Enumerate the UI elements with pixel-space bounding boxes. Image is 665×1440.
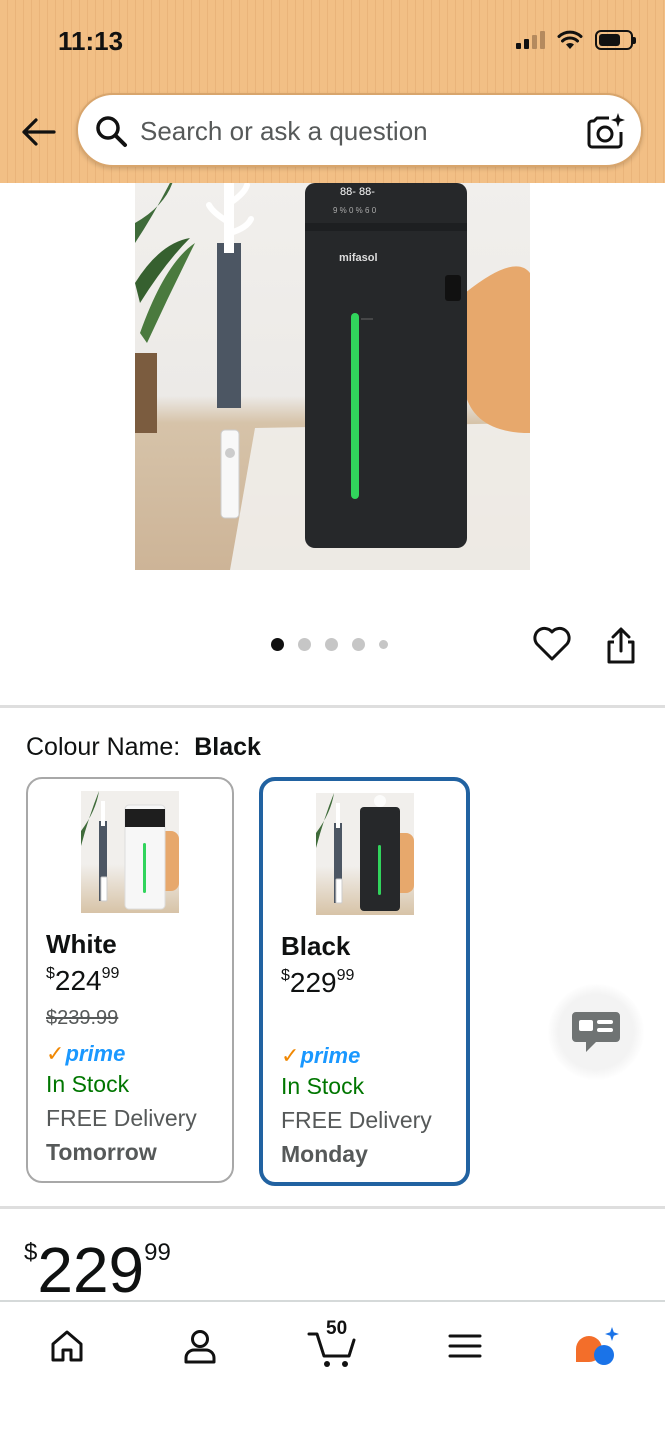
- arrow-left-icon: [22, 118, 56, 146]
- variant-price: $22499: [46, 965, 120, 996]
- search-bar[interactable]: [76, 93, 643, 167]
- colour-name-label: Colour Name: Black: [26, 733, 261, 762]
- bottom-nav: 50: [0, 1300, 665, 1440]
- search-input[interactable]: [140, 113, 580, 149]
- variant-thumbnail: [316, 793, 414, 915]
- delivery-day: Monday: [281, 1141, 368, 1167]
- variant-card-white[interactable]: White $22499 $239.99 ✓prime In Stock FRE…: [26, 777, 234, 1183]
- svg-text:9 % 0 % 6 0: 9 % 0 % 6 0: [333, 206, 377, 215]
- delivery-text: FREE Delivery: [281, 1107, 432, 1133]
- prime-badge: ✓prime: [281, 1043, 361, 1068]
- delivery-day: Tomorrow: [46, 1139, 157, 1165]
- variant-thumbnail: [81, 791, 179, 913]
- carousel-dot[interactable]: [379, 640, 388, 649]
- variant-name: White: [46, 929, 117, 959]
- wifi-icon: [557, 30, 583, 49]
- nav-account[interactable]: [170, 1324, 230, 1368]
- svg-text:88- 88-: 88- 88-: [340, 186, 375, 198]
- menu-icon: [448, 1334, 482, 1358]
- battery-icon: [595, 30, 636, 50]
- variant-price: $22999: [281, 967, 355, 998]
- nav-home[interactable]: [37, 1324, 97, 1368]
- carousel-dots: [271, 638, 388, 651]
- status-icons: [516, 30, 636, 50]
- prime-check-icon: ✓: [281, 1043, 300, 1068]
- prime-check-icon: ✓: [46, 1041, 65, 1066]
- person-icon: [184, 1330, 216, 1364]
- wishlist-button[interactable]: [532, 625, 572, 668]
- stock-status: In Stock: [281, 1073, 365, 1099]
- chat-button[interactable]: [548, 984, 644, 1080]
- product-image[interactable]: 88- 88- 9 % 0 % 6 0 mifasol: [135, 183, 530, 570]
- section-divider: [0, 1206, 665, 1209]
- heart-icon: [533, 626, 571, 661]
- product-price: $22999: [24, 1234, 171, 1306]
- cart-count: 50: [326, 1318, 348, 1339]
- humidifier-illustration: 88- 88- 9 % 0 % 6 0 mifasol: [135, 183, 530, 570]
- cellular-signal-icon: [516, 31, 545, 49]
- camera-search-icon[interactable]: [587, 112, 627, 150]
- carousel-dot[interactable]: [298, 638, 311, 651]
- variant-name: Black: [281, 931, 351, 961]
- share-icon: [607, 627, 635, 664]
- prime-badge: ✓prime: [46, 1041, 126, 1066]
- carousel-dot[interactable]: [271, 638, 284, 651]
- variant-old-price: $239.99: [46, 1007, 119, 1029]
- nav-menu[interactable]: [435, 1324, 495, 1368]
- delivery-text: FREE Delivery: [46, 1105, 197, 1131]
- chat-bubble-icon: [572, 1012, 620, 1052]
- carousel-dot[interactable]: [325, 638, 338, 651]
- brand-logo: mifasol: [339, 252, 378, 264]
- nav-rufus[interactable]: [566, 1324, 626, 1368]
- home-icon: [51, 1330, 83, 1362]
- variant-card-black[interactable]: Black $22999 ✓prime In Stock FREE Delive…: [259, 777, 470, 1186]
- status-time: 11:13: [58, 26, 124, 56]
- carousel-dot[interactable]: [352, 638, 365, 651]
- colour-label-text: Colour Name:: [26, 733, 181, 761]
- colour-selected-value: Black: [194, 733, 261, 761]
- stock-status: In Stock: [46, 1071, 130, 1097]
- back-button[interactable]: [18, 112, 58, 152]
- search-icon: [96, 116, 127, 147]
- share-button[interactable]: [604, 627, 638, 670]
- rufus-assistant-icon: [576, 1327, 619, 1365]
- section-divider: [0, 705, 665, 708]
- header: 11:13: [0, 0, 665, 183]
